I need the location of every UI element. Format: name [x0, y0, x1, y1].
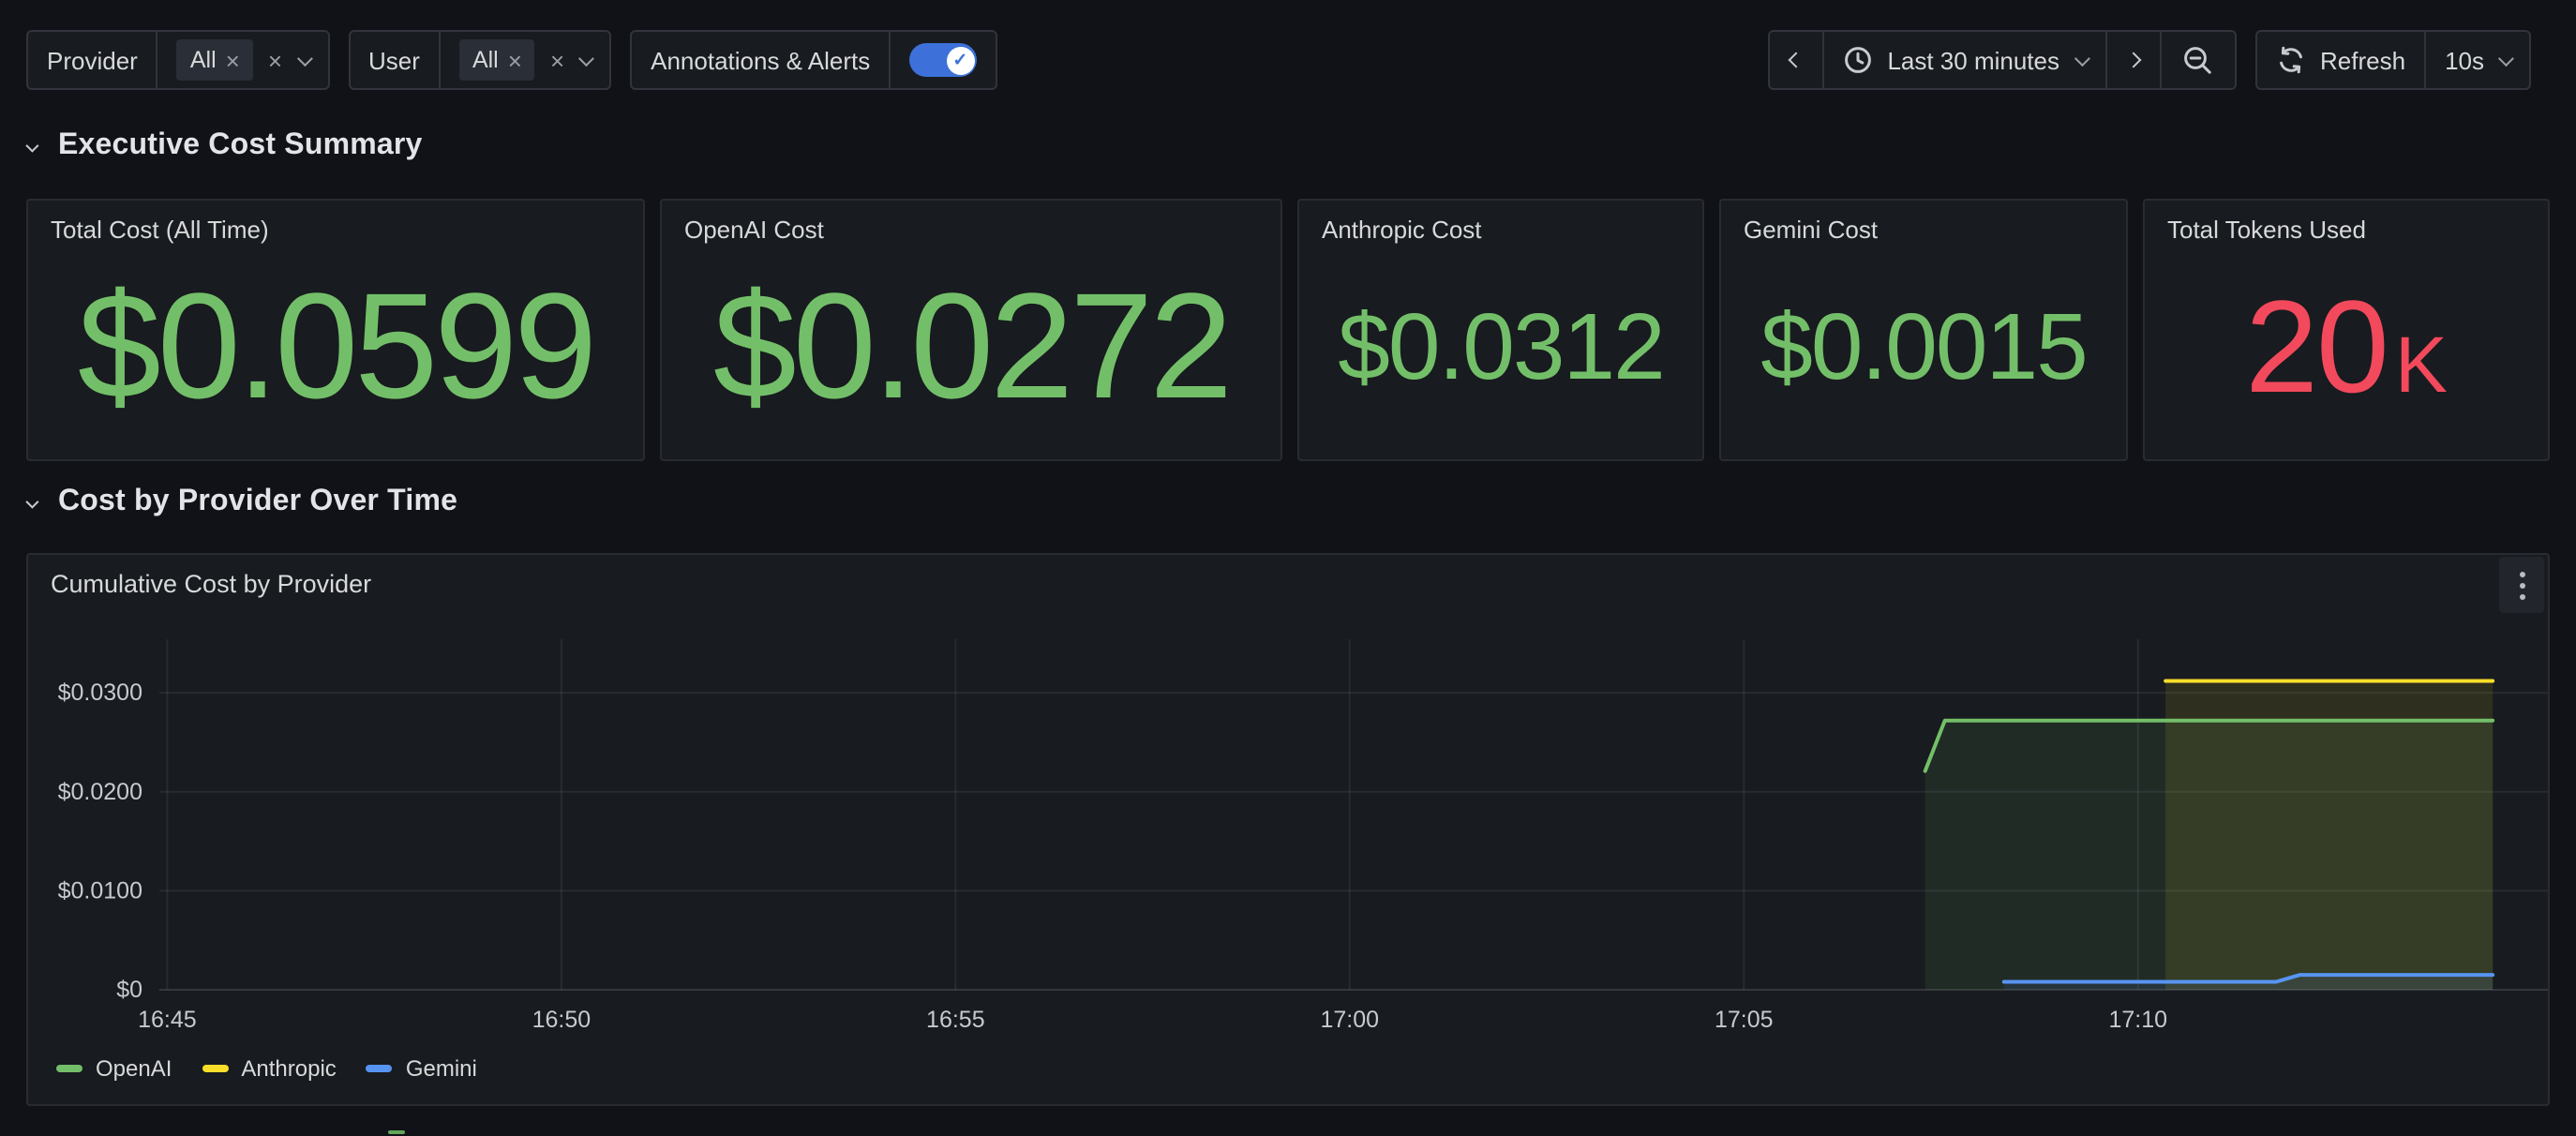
filter-user-chip[interactable]: All × — [459, 39, 535, 81]
legend-item-anthropic[interactable]: Anthropic — [202, 1055, 336, 1082]
filter-provider-label: Provider — [28, 32, 157, 88]
stat-value: $0.0312 — [1338, 299, 1664, 393]
legend-item-gemini[interactable]: Gemini — [367, 1055, 477, 1082]
stat-value: $0.0272 — [713, 271, 1229, 421]
x-axis-label: 17:10 — [2108, 1007, 2167, 1033]
stat-value: $0.0599 — [78, 271, 593, 421]
time-picker-group: Last 30 minutes — [1767, 30, 2236, 90]
refresh-interval: 10s — [2445, 46, 2484, 74]
time-range-label: Last 30 minutes — [1887, 46, 2059, 74]
chevron-right-icon — [2125, 52, 2141, 68]
annotations-label: Annotations & Alerts — [632, 32, 889, 88]
stat-title[interactable]: OpenAI Cost — [662, 201, 1281, 244]
sync-icon — [2275, 45, 2305, 75]
x-axis-label: 16:50 — [532, 1007, 592, 1033]
zoom-out-button[interactable] — [2159, 32, 2234, 88]
x-axis-label: 17:00 — [1321, 1007, 1380, 1033]
chip-remove-icon[interactable]: × — [508, 48, 522, 72]
section-executive-cost-summary[interactable]: Executive Cost Summary — [26, 129, 423, 163]
section-cost-by-provider[interactable]: Cost by Provider Over Time — [26, 486, 457, 519]
y-axis-label: $0 — [116, 977, 142, 1003]
y-axis-label: $0.0200 — [58, 779, 142, 805]
stat-panel: Total Cost (All Time) $0.0599 — [26, 199, 645, 461]
x-axis-label: 16:45 — [138, 1007, 197, 1033]
annotations-toggle-seg: ✓ — [889, 32, 996, 88]
chevron-left-icon — [1788, 52, 1804, 68]
legend-swatch — [367, 1065, 393, 1072]
filter-user: User All × × — [348, 30, 611, 90]
stat-panel: Gemini Cost $0.0015 — [1719, 199, 2128, 461]
filter-user-value[interactable]: All × × — [439, 32, 609, 88]
stats-row: Total Cost (All Time) $0.0599 OpenAI Cost $… — [26, 199, 2550, 461]
legend-label: Gemini — [406, 1055, 477, 1082]
stat-title[interactable]: Gemini Cost — [1721, 201, 2126, 244]
series-fill-anthropic — [2165, 681, 2493, 990]
filter-clear-icon[interactable]: × — [268, 48, 282, 72]
time-controls: Last 30 minutes — [1767, 30, 2531, 90]
chip-value: All — [472, 47, 499, 73]
chevron-down-icon — [25, 495, 38, 508]
toggle-check-icon: ✓ — [946, 46, 974, 74]
time-shift-back-button[interactable] — [1769, 32, 1821, 88]
legend-item-openai[interactable]: OpenAI — [56, 1055, 172, 1082]
x-axis-label: 17:05 — [1715, 1007, 1774, 1033]
filter-provider-value[interactable]: All × × — [157, 32, 327, 88]
chevron-down-icon[interactable] — [296, 51, 312, 67]
y-axis-label: $0.0300 — [58, 680, 142, 706]
panel-menu-button[interactable] — [2499, 557, 2544, 613]
refresh-label: Refresh — [2320, 46, 2405, 74]
stat-panel: Total Tokens Used 20K — [2143, 199, 2550, 461]
panel-header: Cumulative Cost by Provider — [28, 555, 2548, 611]
y-axis-label: $0.0100 — [58, 877, 142, 904]
annotations-toggle[interactable]: ✓ — [909, 43, 977, 77]
variable-controls: Provider All × × User All × — [26, 30, 997, 90]
stat-title[interactable]: Total Tokens Used — [2145, 201, 2548, 244]
time-range-picker[interactable]: Last 30 minutes — [1821, 32, 2104, 88]
chart-legend: OpenAI Anthropic Gemini — [56, 1055, 477, 1082]
refresh-button[interactable]: Refresh — [2256, 32, 2424, 88]
refresh-group: Refresh 10s — [2254, 30, 2531, 90]
legend-label: Anthropic — [241, 1055, 336, 1082]
stat-panel: Anthropic Cost $0.0312 — [1297, 199, 1704, 461]
filter-provider-chip[interactable]: All × — [177, 39, 253, 81]
stat-title[interactable]: Anthropic Cost — [1299, 201, 1702, 244]
grafana-dashboard: Provider All × × User All × — [0, 0, 2576, 1136]
time-shift-forward-button[interactable] — [2104, 32, 2159, 88]
filter-clear-icon[interactable]: × — [550, 48, 564, 72]
refresh-interval-picker[interactable]: 10s — [2424, 32, 2529, 88]
clock-icon — [1842, 45, 1872, 75]
stat-panel: OpenAI Cost $0.0272 — [660, 199, 1282, 461]
chip-remove-icon[interactable]: × — [226, 48, 240, 72]
time-series-chart: $0.0300 $0.0200 $0.0100 $0 16:45 16:50 16:55 17… — [28, 555, 2552, 1046]
panel-title[interactable]: Cumulative Cost by Provider — [51, 569, 371, 597]
legend-swatch — [56, 1065, 82, 1072]
stat-title[interactable]: Total Cost (All Time) — [28, 201, 643, 244]
chevron-down-icon — [25, 139, 38, 152]
partial-next-panel — [388, 1130, 405, 1134]
dashboard-toolbar: Provider All × × User All × — [26, 30, 2531, 90]
stat-value-suffix: K — [2395, 325, 2448, 404]
annotations-control: Annotations & Alerts ✓ — [630, 30, 997, 90]
section-title: Cost by Provider Over Time — [58, 486, 457, 519]
chip-value: All — [190, 47, 217, 73]
chevron-down-icon[interactable] — [578, 51, 594, 67]
legend-swatch — [202, 1065, 228, 1072]
x-axis-label: 16:55 — [926, 1007, 985, 1033]
filter-user-label: User — [350, 32, 439, 88]
chevron-down-icon — [2498, 51, 2514, 67]
filter-provider: Provider All × × — [26, 30, 329, 90]
stat-value: $0.0015 — [1760, 299, 2087, 393]
legend-label: OpenAI — [96, 1055, 172, 1082]
section-title: Executive Cost Summary — [58, 129, 423, 163]
magnifier-minus-icon — [2181, 44, 2213, 76]
chart-panel: $0.0300 $0.0200 $0.0100 $0 16:45 16:50 16:55 17… — [26, 553, 2550, 1106]
stat-value: 20 — [2245, 280, 2388, 411]
chevron-down-icon — [2074, 51, 2089, 67]
